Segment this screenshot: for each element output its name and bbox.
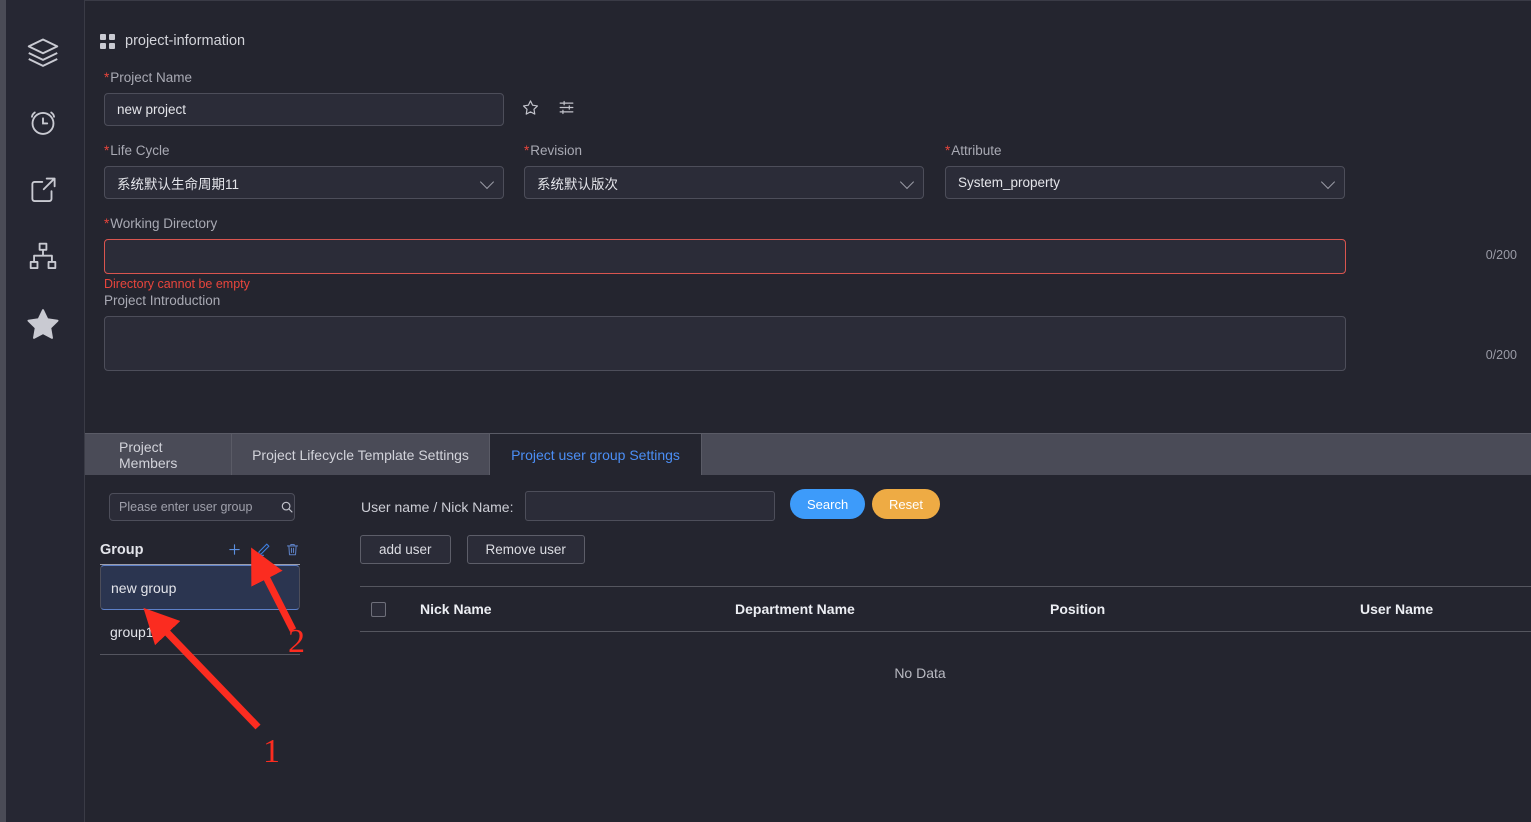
required-marker: * (524, 143, 530, 158)
remove-user-button[interactable]: Remove user (466, 535, 585, 564)
working-directory-label: *Working Directory (104, 216, 218, 231)
select-all-checkbox[interactable] (371, 601, 386, 617)
attribute-field: *Attribute System_property (945, 143, 1345, 199)
group-panel: Group new group group1 (100, 535, 300, 655)
tab-label: Project Members (119, 439, 178, 471)
tab-project-members[interactable]: Project Members (100, 434, 232, 476)
project-introduction-input[interactable] (104, 316, 1346, 371)
sitemap-icon (26, 239, 60, 273)
user-table-area: add user Remove user Nick Name Departmen… (360, 535, 1531, 681)
column-position: Position (1050, 601, 1106, 617)
revision-select[interactable]: 系统默认版次 (524, 166, 924, 199)
top-divider (85, 0, 1531, 1)
page-title: project-information (125, 33, 246, 49)
column-user-name: User Name (1360, 601, 1434, 617)
attribute-select[interactable]: System_property (945, 166, 1345, 199)
column-nick-name: Nick Name (420, 601, 492, 617)
life-cycle-label: *Life Cycle (104, 143, 170, 158)
star-filled-icon (24, 305, 62, 343)
share-export-icon (26, 172, 60, 206)
life-cycle-value: 系统默认生命周期11 (117, 176, 240, 192)
project-introduction-counter: 0/200 (1485, 348, 1517, 362)
grid-icon (100, 33, 115, 49)
project-introduction-label: Project Introduction (104, 293, 221, 308)
edit-group-icon[interactable] (256, 542, 271, 557)
alarm-clock-icon (26, 105, 60, 139)
layers-icon (25, 35, 61, 71)
app-root: project-information *Project Name new pr… (0, 0, 1531, 822)
working-directory-input[interactable] (104, 239, 1346, 274)
delete-group-icon[interactable] (285, 542, 300, 557)
left-sidebar (0, 0, 85, 822)
revision-field: *Revision 系统默认版次 (524, 143, 924, 199)
add-user-button[interactable]: add user (360, 535, 451, 564)
column-department-name: Department Name (735, 601, 855, 617)
tab-project-user-group-settings[interactable]: Project user group Settings (490, 434, 702, 476)
star-outline-icon[interactable] (521, 98, 540, 122)
group-search-input[interactable] (119, 500, 280, 514)
group-item-label: group1 (110, 624, 154, 640)
user-name-label: User name / Nick Name: (361, 499, 514, 515)
add-group-icon[interactable] (227, 542, 242, 557)
group-actions (227, 542, 300, 557)
required-marker: * (104, 70, 110, 85)
chevron-down-icon (1320, 174, 1336, 189)
main-panel: project-information *Project Name new pr… (85, 0, 1531, 822)
user-table-header: Nick Name Department Name Position User … (360, 586, 1531, 632)
sidebar-item-hierarchy[interactable] (18, 231, 68, 281)
tab-project-lifecycle-template-settings[interactable]: Project Lifecycle Template Settings (232, 434, 490, 476)
group-list-item-group1[interactable]: group1 (100, 610, 300, 655)
life-cycle-select[interactable]: 系统默认生命周期11 (104, 166, 504, 199)
required-marker: * (104, 216, 110, 231)
search-icon[interactable] (280, 500, 294, 514)
project-form: *Project Name *Li (104, 70, 1531, 371)
revision-label: *Revision (524, 143, 583, 158)
search-button[interactable]: Search (790, 489, 866, 519)
tab-label: Project user group Settings (511, 447, 680, 463)
working-directory-wrap: 0/200 (104, 239, 1531, 274)
empty-state-text: No Data (894, 665, 946, 681)
reset-button[interactable]: Reset (872, 489, 940, 519)
sliders-icon[interactable] (557, 98, 576, 122)
required-marker: * (945, 143, 951, 158)
annotation-number-2: 2 (288, 623, 305, 660)
chevron-down-icon (479, 174, 495, 189)
chevron-down-icon (899, 174, 915, 189)
group-panel-title: Group (100, 541, 144, 558)
project-name-input[interactable] (104, 93, 504, 126)
tab-bar: Project Members Project Lifecycle Templa… (85, 433, 1531, 476)
group-panel-header: Group (100, 535, 300, 565)
life-cycle-field: *Life Cycle 系统默认生命周期11 (104, 143, 504, 199)
sidebar-item-layers[interactable] (18, 28, 68, 78)
revision-value: 系统默认版次 (537, 176, 618, 192)
group-list: new group group1 (100, 565, 300, 655)
user-table-buttons: add user Remove user (360, 535, 1531, 564)
working-directory-error: Directory cannot be empty (104, 277, 250, 291)
annotation-number-1: 1 (263, 733, 280, 770)
project-name-label: *Project Name (104, 70, 193, 85)
group-item-label: new group (111, 579, 177, 596)
working-directory-counter: 0/200 (1485, 248, 1517, 262)
sidebar-item-share[interactable] (18, 164, 68, 214)
sidebar-item-favorites[interactable] (18, 299, 68, 349)
selects-row: *Life Cycle 系统默认生命周期11 *Revision 系统默认版次 … (104, 143, 1531, 199)
required-marker: * (104, 143, 110, 158)
page-header: project-information (100, 33, 245, 49)
attribute-value: System_property (958, 175, 1061, 190)
group-list-item-new-group[interactable]: new group (100, 565, 300, 610)
user-name-input[interactable] (525, 491, 775, 521)
project-introduction-wrap: 0/200 (104, 316, 1531, 371)
sidebar-item-alarm[interactable] (18, 97, 68, 147)
attribute-label: *Attribute (945, 143, 1002, 158)
group-search-box[interactable] (109, 493, 295, 521)
tab-label: Project Lifecycle Template Settings (252, 447, 469, 463)
